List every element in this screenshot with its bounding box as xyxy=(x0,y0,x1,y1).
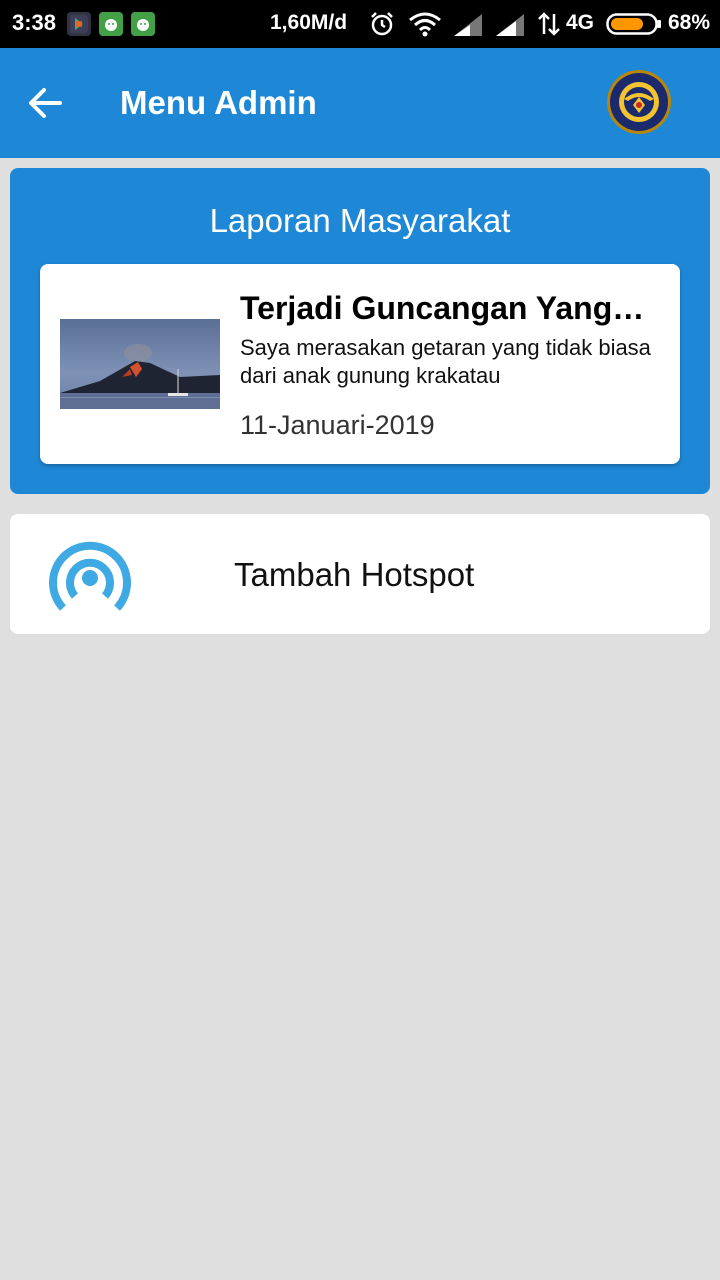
report-date: 11-Januari-2019 xyxy=(240,410,435,440)
signal-icon xyxy=(494,10,526,43)
android-icon xyxy=(131,12,155,36)
network-type: 4G xyxy=(566,11,595,34)
google-play-games-icon xyxy=(67,12,91,36)
add-hotspot-label: Tambah Hotspot xyxy=(234,556,475,593)
emblem-logo-icon xyxy=(606,69,672,135)
add-hotspot-button[interactable]: Tambah Hotspot xyxy=(10,514,710,634)
report-thumbnail xyxy=(60,319,220,409)
report-description: Saya merasakan getaran yang tidak biasa … xyxy=(240,335,651,388)
back-button[interactable] xyxy=(22,80,68,126)
page-title: Menu Admin xyxy=(120,84,317,121)
report-section: Laporan Masyarakat Terjadi Guncangan Yan… xyxy=(10,168,710,494)
arrow-left-icon xyxy=(29,88,62,118)
app-bar: Menu Admin xyxy=(0,48,720,158)
data-arrows-icon xyxy=(536,10,562,43)
hotspot-icon xyxy=(46,534,134,616)
battery-icon xyxy=(606,13,662,40)
wifi-icon xyxy=(408,10,442,43)
status-time: 3:38 xyxy=(12,10,57,35)
status-bar: 3:38 1,60M/d 4G 68% xyxy=(0,0,720,48)
android-icon xyxy=(99,12,123,36)
section-title: Laporan Masyarakat xyxy=(209,202,511,239)
report-title: Terjadi Guncangan Yang… xyxy=(240,290,645,326)
report-card[interactable]: Terjadi Guncangan Yang… Saya merasakan g… xyxy=(40,264,680,464)
alarm-icon xyxy=(368,10,396,43)
network-speed: 1,60M/d xyxy=(270,11,348,34)
signal-icon xyxy=(452,10,484,43)
battery-percent: 68% xyxy=(668,11,711,34)
